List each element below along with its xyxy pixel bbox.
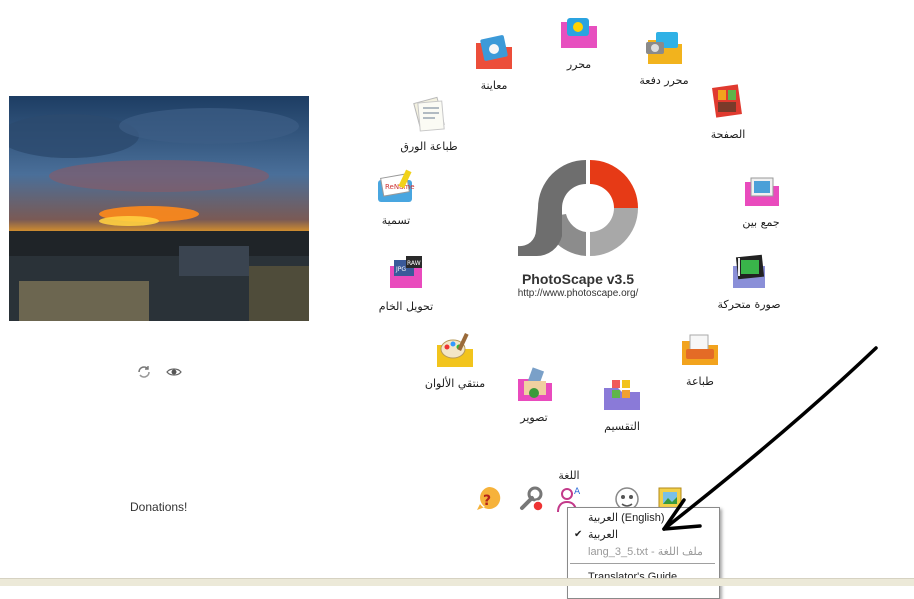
menu-page[interactable]: الصفحة (678, 82, 778, 141)
svg-text:JPG: JPG (395, 266, 406, 273)
rotate-icon[interactable] (136, 364, 152, 380)
menu-raw-converter[interactable]: JPG RAW تحويل الخام (356, 254, 456, 313)
menu-splitter[interactable]: التقسيم (572, 374, 672, 433)
film-icon (733, 254, 765, 288)
palette-icon (437, 332, 473, 367)
app-title: PhotoScape v3.5 (521, 271, 635, 287)
language-option-arabic[interactable]: ✔ العربية (568, 527, 717, 543)
page-icon (712, 84, 742, 118)
preview-photo (9, 96, 309, 321)
paper-icon (413, 96, 445, 132)
combine-icon (745, 177, 779, 206)
splitter-icon (604, 380, 640, 410)
menu-screen-capture[interactable]: تصوير (484, 365, 584, 424)
help-icon[interactable]: ? (474, 484, 504, 514)
print-icon (682, 334, 718, 365)
menu-print-paper[interactable]: طباعة الورق (379, 94, 479, 153)
menu-viewer[interactable]: معاينة (444, 33, 544, 92)
svg-text:RAW: RAW (407, 260, 421, 267)
svg-text:A: A (574, 487, 581, 497)
language-label: اللغة (558, 469, 580, 482)
menu-combine[interactable]: جمع بين (711, 170, 811, 229)
raw-icon: JPG RAW (390, 256, 422, 288)
language-option-english[interactable]: العربية (English) (568, 510, 717, 526)
photoscape-logo (516, 158, 642, 258)
svg-text:?: ? (483, 493, 491, 509)
editor-icon (561, 18, 597, 48)
viewer-icon (476, 35, 512, 69)
capture-icon (518, 367, 552, 401)
settings-icon[interactable] (516, 484, 546, 514)
app-url[interactable]: http://www.photoscape.org/ (478, 288, 678, 299)
donations-link[interactable]: Donations! (130, 500, 187, 514)
eye-icon[interactable] (166, 364, 182, 380)
checkmark-icon: ✔ (574, 529, 583, 540)
menu-animated-gif[interactable]: صورة متحركة (699, 252, 799, 311)
batch-editor-icon (646, 32, 682, 64)
language-file-item: lang_3_5.txt - ملف اللغة (588, 546, 703, 558)
menu-separator (570, 563, 715, 564)
menu-batch-editor[interactable]: محرر دفعة (614, 28, 714, 87)
menu-rename[interactable]: ReName تسمية (346, 168, 446, 227)
rename-icon: ReName (378, 169, 415, 202)
